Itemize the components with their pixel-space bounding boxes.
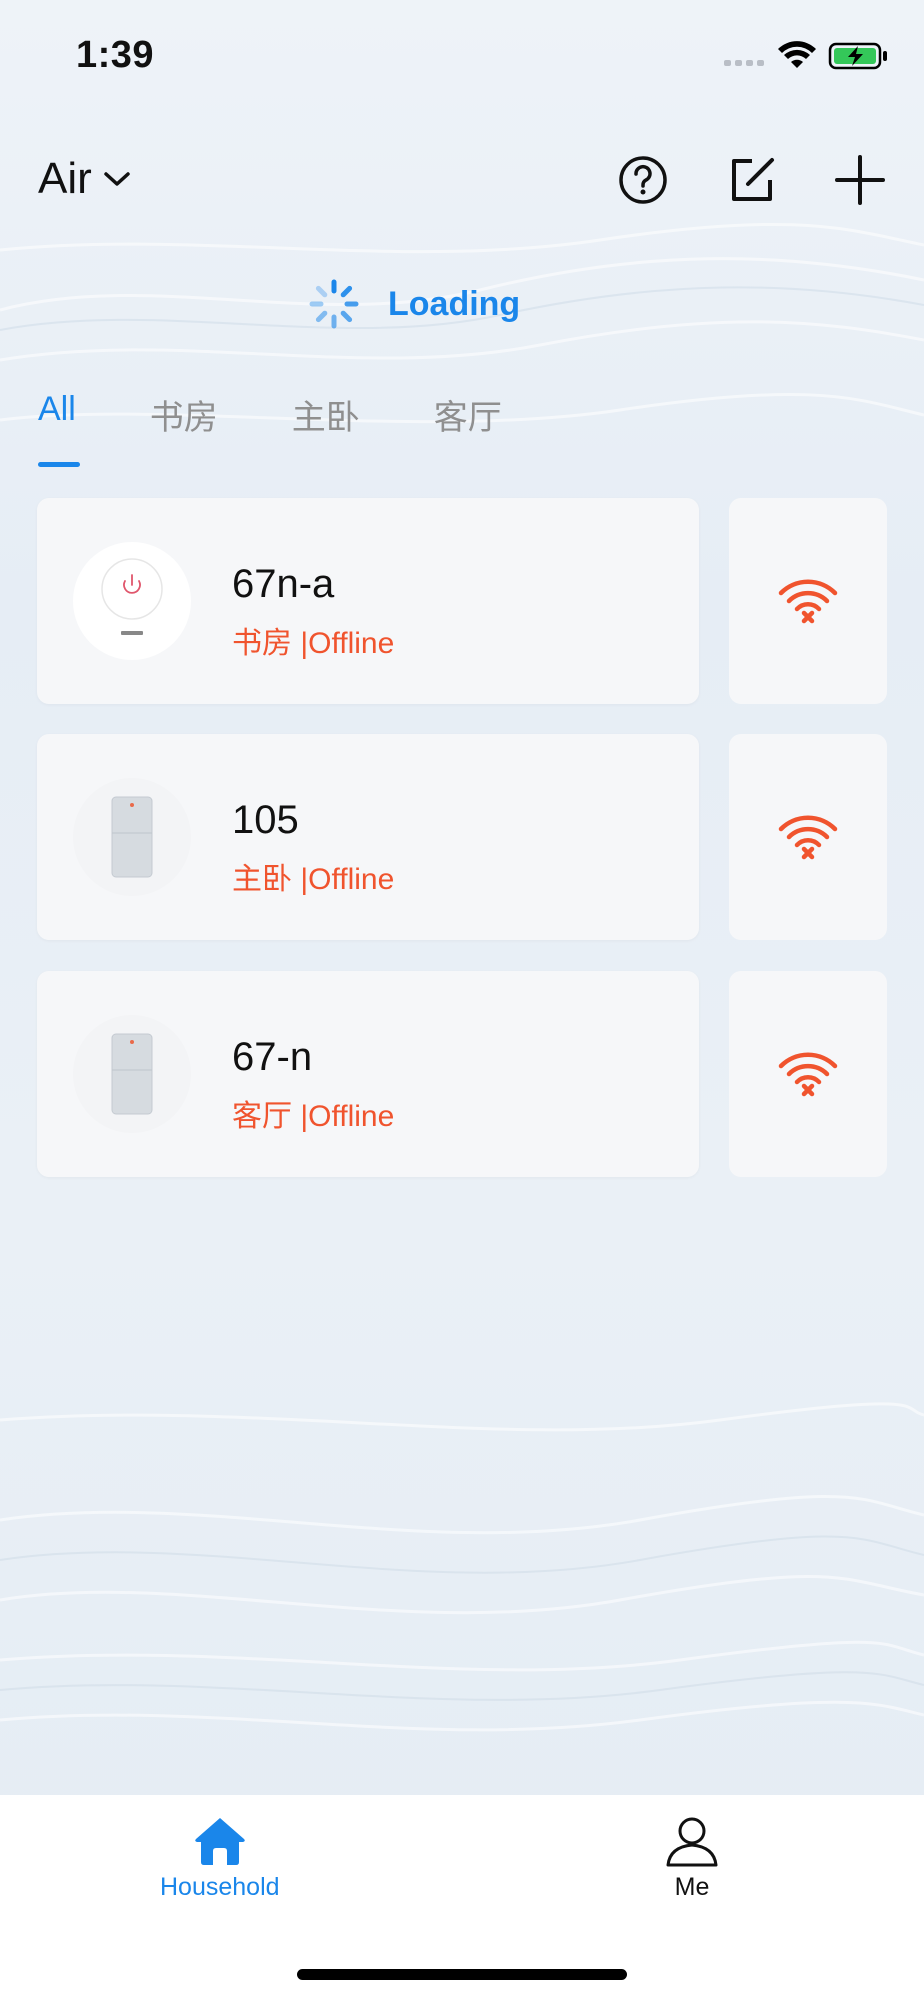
edit-icon — [732, 158, 774, 201]
tab-all[interactable]: All — [38, 390, 80, 467]
plus-icon — [835, 155, 885, 205]
device-name: 105 — [232, 798, 299, 842]
device-status-text: |Offline — [300, 863, 395, 896]
device-status: 书房 |Offline — [232, 618, 394, 662]
home-indicator — [297, 1969, 627, 1980]
loading-text: Loading — [388, 284, 521, 323]
tab-study[interactable]: 书房 — [150, 390, 218, 439]
loading-indicator: Loading — [308, 278, 520, 330]
tab-me[interactable]: Me — [664, 1815, 720, 1902]
wifi-offline-icon — [778, 1052, 838, 1097]
device-name: 67-n — [232, 1035, 313, 1079]
device-card[interactable]: 105 主卧 |Offline — [37, 734, 699, 940]
spinner-icon — [309, 279, 359, 329]
tab-active-underline — [38, 462, 80, 467]
tab-label: 客厅 — [433, 399, 502, 437]
room-tabs: All 书房 主卧 客厅 — [38, 390, 576, 467]
tab-label: All — [38, 390, 76, 428]
tab-label: 书房 — [149, 399, 218, 437]
tab-household[interactable]: Household — [160, 1815, 280, 1902]
device-connection-button[interactable] — [729, 734, 887, 940]
home-name: Air — [38, 154, 92, 203]
help-circle-icon — [619, 156, 667, 204]
wifi-offline-icon — [778, 579, 838, 624]
device-connection-button[interactable] — [729, 971, 887, 1177]
device-connection-button[interactable] — [729, 498, 887, 704]
help-button[interactable] — [613, 150, 673, 210]
device-name: 67n-a — [232, 562, 335, 606]
tab-living-room[interactable]: 客厅 — [434, 390, 502, 439]
device-status: 客厅 |Offline — [232, 1091, 394, 1135]
device-thumbnail — [73, 1015, 191, 1133]
device-status-text: |Offline — [300, 1100, 395, 1133]
person-icon — [666, 1817, 718, 1867]
cellular-signal-icon — [724, 60, 764, 66]
battery-icon — [828, 42, 887, 70]
status-indicators — [724, 41, 887, 70]
wifi-offline-icon — [778, 815, 838, 860]
add-device-button[interactable] — [830, 150, 890, 210]
device-status: 主卧 |Offline — [232, 854, 394, 898]
bottom-tab-bar: Household Me — [0, 1795, 924, 2000]
device-room: 客厅 — [232, 1100, 292, 1133]
edit-button[interactable] — [722, 150, 782, 210]
device-thumbnail — [73, 778, 191, 896]
home-selector[interactable]: Air — [38, 154, 132, 204]
wifi-icon — [778, 41, 816, 68]
device-card[interactable]: 67-n 客厅 |Offline — [37, 971, 699, 1177]
tower-purifier-image — [111, 796, 153, 878]
tab-master-bedroom[interactable]: 主卧 — [292, 390, 360, 439]
status-time: 1:39 — [76, 34, 155, 76]
device-card[interactable]: 67n-a 书房 |Offline — [37, 498, 699, 704]
home-icon — [194, 1818, 245, 1865]
device-room: 主卧 — [232, 863, 292, 896]
chevron-down-icon — [104, 172, 130, 186]
device-status-text: |Offline — [300, 627, 395, 660]
device-room: 书房 — [232, 627, 292, 660]
tab-label: 主卧 — [291, 399, 360, 437]
tab-me-label: Me — [674, 1873, 710, 1901]
tab-household-label: Household — [160, 1873, 280, 1901]
device-thumbnail — [73, 542, 191, 660]
tower-purifier-image — [111, 1033, 153, 1115]
round-purifier-image — [101, 558, 163, 635]
